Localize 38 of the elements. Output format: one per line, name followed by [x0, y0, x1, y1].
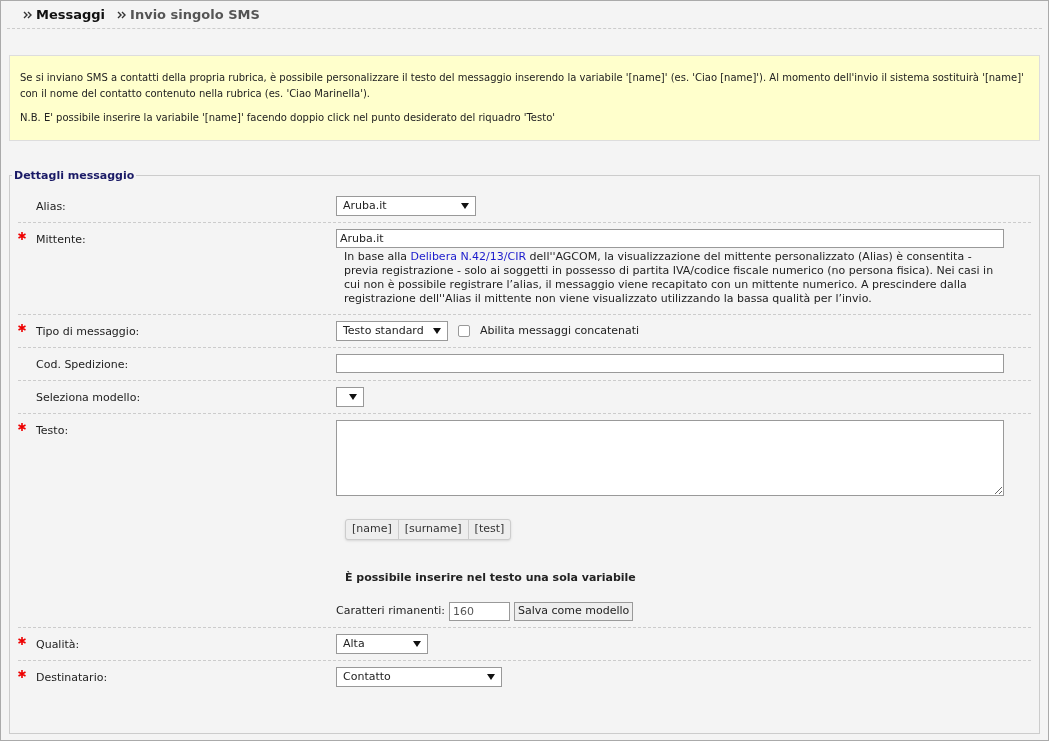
caret-icon — [487, 674, 495, 680]
save-template-button[interactable]: Salva come modello — [514, 602, 634, 621]
dropdown[interactable]: Aruba.it — [336, 196, 476, 216]
dropdown[interactable]: Alta — [336, 634, 428, 654]
counter-label: Caratteri rimanenti: — [336, 603, 445, 620]
delibera-link[interactable]: Delibera N.42/13/CIR — [410, 250, 527, 263]
dropdown[interactable] — [336, 386, 364, 407]
field-label: Cod. Spedizione: — [36, 357, 129, 373]
breadcrumb-separator-icon — [117, 10, 127, 19]
variable-hint: È possibile inserire nel testo una sola variabile — [345, 569, 637, 586]
variable-button[interactable]: [test] — [467, 519, 511, 539]
field-label: Qualità: — [36, 637, 80, 653]
info-text: Se si inviano SMS a contatti della propria rubrica, è possibile personalizzare il testo del messaggio inserendo la variabile '[name]' (es. 'Ciao [name]'). Al momento dell'invio il sistema sostituirà '[name]' con il nome del contatto contenuto nella rubrica (es. 'Ciao Marinella'). — [20, 71, 1025, 101]
message-textarea[interactable] — [336, 419, 1004, 496]
breadcrumb-current: Invio singolo SMS — [130, 5, 260, 24]
counter-field[interactable]: 160 — [449, 602, 510, 621]
breadcrumb-separator-icon — [23, 10, 32, 19]
text-field[interactable] — [336, 354, 1004, 373]
text-field[interactable]: Aruba.it — [336, 229, 1004, 248]
variable-button[interactable]: [surname] — [397, 519, 468, 539]
variable-button[interactable]: [name] — [346, 519, 398, 539]
dropdown[interactable]: Testo standard — [336, 321, 448, 341]
field-label: Tipo di messaggio: — [36, 324, 140, 340]
info-text: N.B. E' possibile inserire la variabile '[name]' facendo doppio click nel punto desiderato del riquadro 'Testo' — [20, 111, 556, 125]
dropdown[interactable]: Contatto — [336, 667, 502, 687]
field-label: Testo: — [36, 422, 69, 439]
field-note: In base alla Delibera N.42/13/CIR dell''AGCOM, la visualizzazione del mittente personalizzato (Alias) è consentita - previa registrazione - solo ai soggetti in possesso di partita IVA/codice fiscale numerico (no persona fisica). Nei casi in cui non è possibile registrare l’alias, il messaggio viene recapitato con un mittente numerico. A prescindere dalla registrazione dell''Alias il mittente non viene visualizzato utilizzando la bassa qualità per l’invio. — [343, 250, 995, 306]
caret-icon — [433, 328, 441, 334]
caret-icon — [413, 641, 421, 647]
field-label: Mittente: — [36, 232, 86, 248]
field-label: Seleziona modello: — [36, 389, 141, 406]
caret-icon — [349, 393, 357, 400]
caret-icon — [461, 203, 469, 209]
breadcrumb-link[interactable]: Messaggi — [36, 4, 106, 25]
field-label: Alias: — [36, 199, 66, 215]
checkbox-label: Abilita messaggi concatenati — [480, 322, 640, 339]
checkbox[interactable] — [458, 325, 470, 337]
field-label: Destinatario: — [36, 670, 108, 686]
